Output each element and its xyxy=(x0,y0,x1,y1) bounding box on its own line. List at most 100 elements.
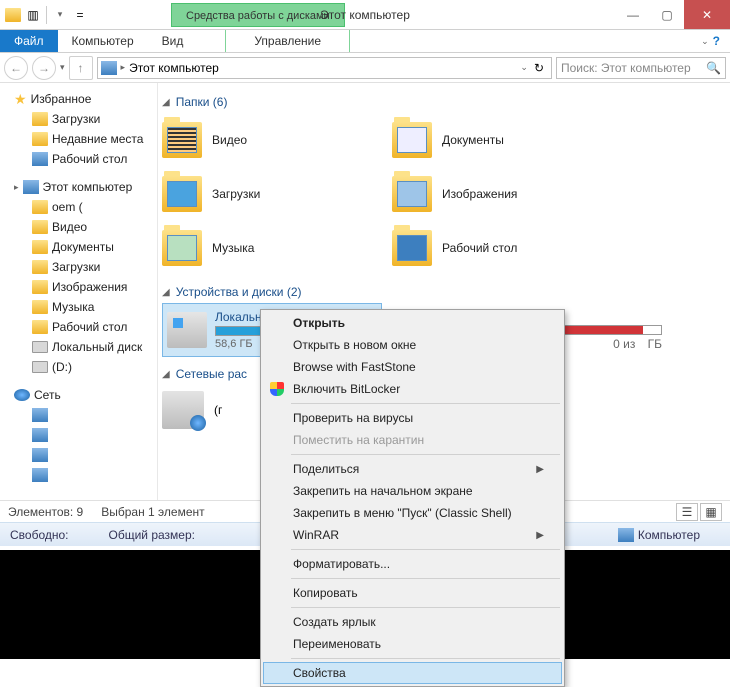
recent-dropdown-icon[interactable]: ▾ xyxy=(60,62,65,73)
minimize-button[interactable]: — xyxy=(616,0,650,29)
refresh-icon[interactable]: ↻ xyxy=(530,61,548,75)
close-button[interactable]: ✕ xyxy=(684,0,730,29)
group-folders-header[interactable]: ◢Папки (6) xyxy=(162,91,718,113)
chevron-right-icon[interactable]: ▸ xyxy=(14,182,19,193)
menu-item[interactable]: Закрепить на начальном экране xyxy=(263,480,562,502)
chevron-right-icon[interactable]: ▸ xyxy=(121,62,126,73)
menu-item[interactable]: Закрепить в меню "Пуск" (Classic Shell) xyxy=(263,502,562,524)
qat-dropdown-icon[interactable]: ▾ xyxy=(51,6,69,24)
folder-icon xyxy=(32,240,48,254)
separator xyxy=(46,6,47,24)
sidebar-favorites[interactable]: ★Избранное xyxy=(0,89,157,109)
sidebar-item-downloads2[interactable]: Загрузки xyxy=(0,257,157,277)
properties-qat-icon[interactable]: ▥ xyxy=(24,6,42,24)
tab-manage[interactable]: Управление xyxy=(225,30,350,52)
folder-icon xyxy=(32,112,48,126)
app-icon xyxy=(4,6,22,24)
status-selection: Выбран 1 элемент xyxy=(101,505,204,519)
sidebar-item-downloads[interactable]: Загрузки xyxy=(0,109,157,129)
menu-item[interactable]: Открыть в новом окне xyxy=(263,334,562,356)
sidebar-net-pc3[interactable] xyxy=(0,445,157,465)
menu-item[interactable]: WinRAR ▶ xyxy=(263,524,562,546)
ribbon-tabs: Файл Компьютер Вид Управление ⌄? xyxy=(0,30,730,53)
folder-icon xyxy=(32,320,48,334)
drive-icon xyxy=(167,312,207,348)
sidebar-item-recent[interactable]: Недавние места xyxy=(0,129,157,149)
menu-item-label: Поделиться xyxy=(293,462,359,476)
detail-total-label: Общий размер: xyxy=(109,528,195,542)
contextual-tab-label: Средства работы с дисками xyxy=(186,10,330,22)
menu-item[interactable]: Включить BitLocker xyxy=(263,378,562,400)
folder-downloads[interactable]: Загрузки xyxy=(162,167,392,221)
chevron-right-icon: ▶ xyxy=(536,464,544,475)
menu-item[interactable]: Поделиться ▶ xyxy=(263,458,562,480)
drive-icon xyxy=(32,341,48,353)
crop-artifact xyxy=(0,550,260,659)
breadcrumb[interactable]: Этот компьютер xyxy=(129,61,219,75)
address-dropdown-icon[interactable]: ⌄ xyxy=(520,62,528,73)
menu-separator xyxy=(291,403,560,404)
menu-item[interactable]: Проверить на вирусы xyxy=(263,407,562,429)
menu-item-label: Открыть в новом окне xyxy=(293,338,416,352)
pc-icon xyxy=(32,468,48,482)
menu-item-label: Создать ярлык xyxy=(293,615,376,629)
folder-music[interactable]: Музыка xyxy=(162,221,392,275)
desktop-icon xyxy=(32,152,48,166)
tab-file[interactable]: Файл xyxy=(0,30,58,52)
context-menu: Открыть Открыть в новом окне Browse with F… xyxy=(260,309,565,687)
forward-button[interactable]: → xyxy=(32,56,56,80)
tab-computer[interactable]: Компьютер xyxy=(58,30,148,52)
folder-icon xyxy=(32,280,48,294)
icons-view-button[interactable]: ▦ xyxy=(700,503,722,521)
menu-separator xyxy=(291,549,560,550)
sidebar-item-oem[interactable]: oem ( xyxy=(0,197,157,217)
menu-item[interactable]: Форматировать... xyxy=(263,553,562,575)
search-input[interactable]: Поиск: Этот компьютер 🔍 xyxy=(556,57,726,79)
pc-icon xyxy=(32,428,48,442)
back-button[interactable]: ← xyxy=(4,56,28,80)
menu-item[interactable]: Свойства xyxy=(263,662,562,684)
sidebar-network[interactable]: Сеть xyxy=(0,385,157,405)
contextual-tab-header: Средства работы с дисками xyxy=(171,3,345,27)
window-title: Этот компьютер xyxy=(320,8,410,22)
group-drives-header[interactable]: ◢Устройства и диски (2) xyxy=(162,281,718,303)
sidebar-item-local-disk[interactable]: Локальный диск xyxy=(0,337,157,357)
folder-icon xyxy=(32,220,48,234)
menu-item[interactable]: Копировать xyxy=(263,582,562,604)
qat-equals-icon: = xyxy=(71,6,89,24)
up-button[interactable]: ↑ xyxy=(69,56,93,80)
menu-item[interactable]: Переименовать xyxy=(263,633,562,655)
sidebar-item-desktop2[interactable]: Рабочий стол xyxy=(0,317,157,337)
help-icon[interactable]: ? xyxy=(713,34,720,48)
menu-separator xyxy=(291,454,560,455)
sidebar-net-pc4[interactable] xyxy=(0,465,157,485)
sidebar-net-pc2[interactable] xyxy=(0,425,157,445)
sidebar-this-pc[interactable]: ▸Этот компьютер xyxy=(0,177,157,197)
shield-icon xyxy=(269,381,285,397)
menu-item-label: WinRAR xyxy=(293,528,339,542)
sidebar-item-desktop[interactable]: Рабочий стол xyxy=(0,149,157,169)
folder-video[interactable]: Видео xyxy=(162,113,392,167)
tab-view[interactable]: Вид xyxy=(148,30,198,52)
folder-documents[interactable]: Документы xyxy=(392,113,622,167)
sidebar-item-documents[interactable]: Документы xyxy=(0,237,157,257)
sidebar-item-pictures[interactable]: Изображения xyxy=(0,277,157,297)
ribbon-expand-button[interactable]: ⌄? xyxy=(691,30,730,52)
sidebar-item-music[interactable]: Музыка xyxy=(0,297,157,317)
chevron-right-icon: ▶ xyxy=(536,530,544,541)
menu-item-label: Открыть xyxy=(293,316,345,330)
sidebar-item-video[interactable]: Видео xyxy=(0,217,157,237)
maximize-button[interactable]: ▢ xyxy=(650,0,684,29)
sidebar-net-pc1[interactable] xyxy=(0,405,157,425)
menu-item[interactable]: Открыть xyxy=(263,312,562,334)
menu-item-label: Поместить на карантин xyxy=(293,433,424,447)
sidebar-item-d-drive[interactable]: (D:) xyxy=(0,357,157,377)
details-view-button[interactable]: ☰ xyxy=(676,503,698,521)
folder-pictures[interactable]: Изображения xyxy=(392,167,622,221)
menu-item[interactable]: Создать ярлык xyxy=(263,611,562,633)
folder-desktop[interactable]: Рабочий стол xyxy=(392,221,622,275)
address-bar[interactable]: ▸ Этот компьютер ⌄ ↻ xyxy=(97,57,552,79)
menu-item-label: Закрепить в меню "Пуск" (Classic Shell) xyxy=(293,506,512,520)
menu-item[interactable]: Browse with FastStone xyxy=(263,356,562,378)
menu-item-label: Закрепить на начальном экране xyxy=(293,484,473,498)
